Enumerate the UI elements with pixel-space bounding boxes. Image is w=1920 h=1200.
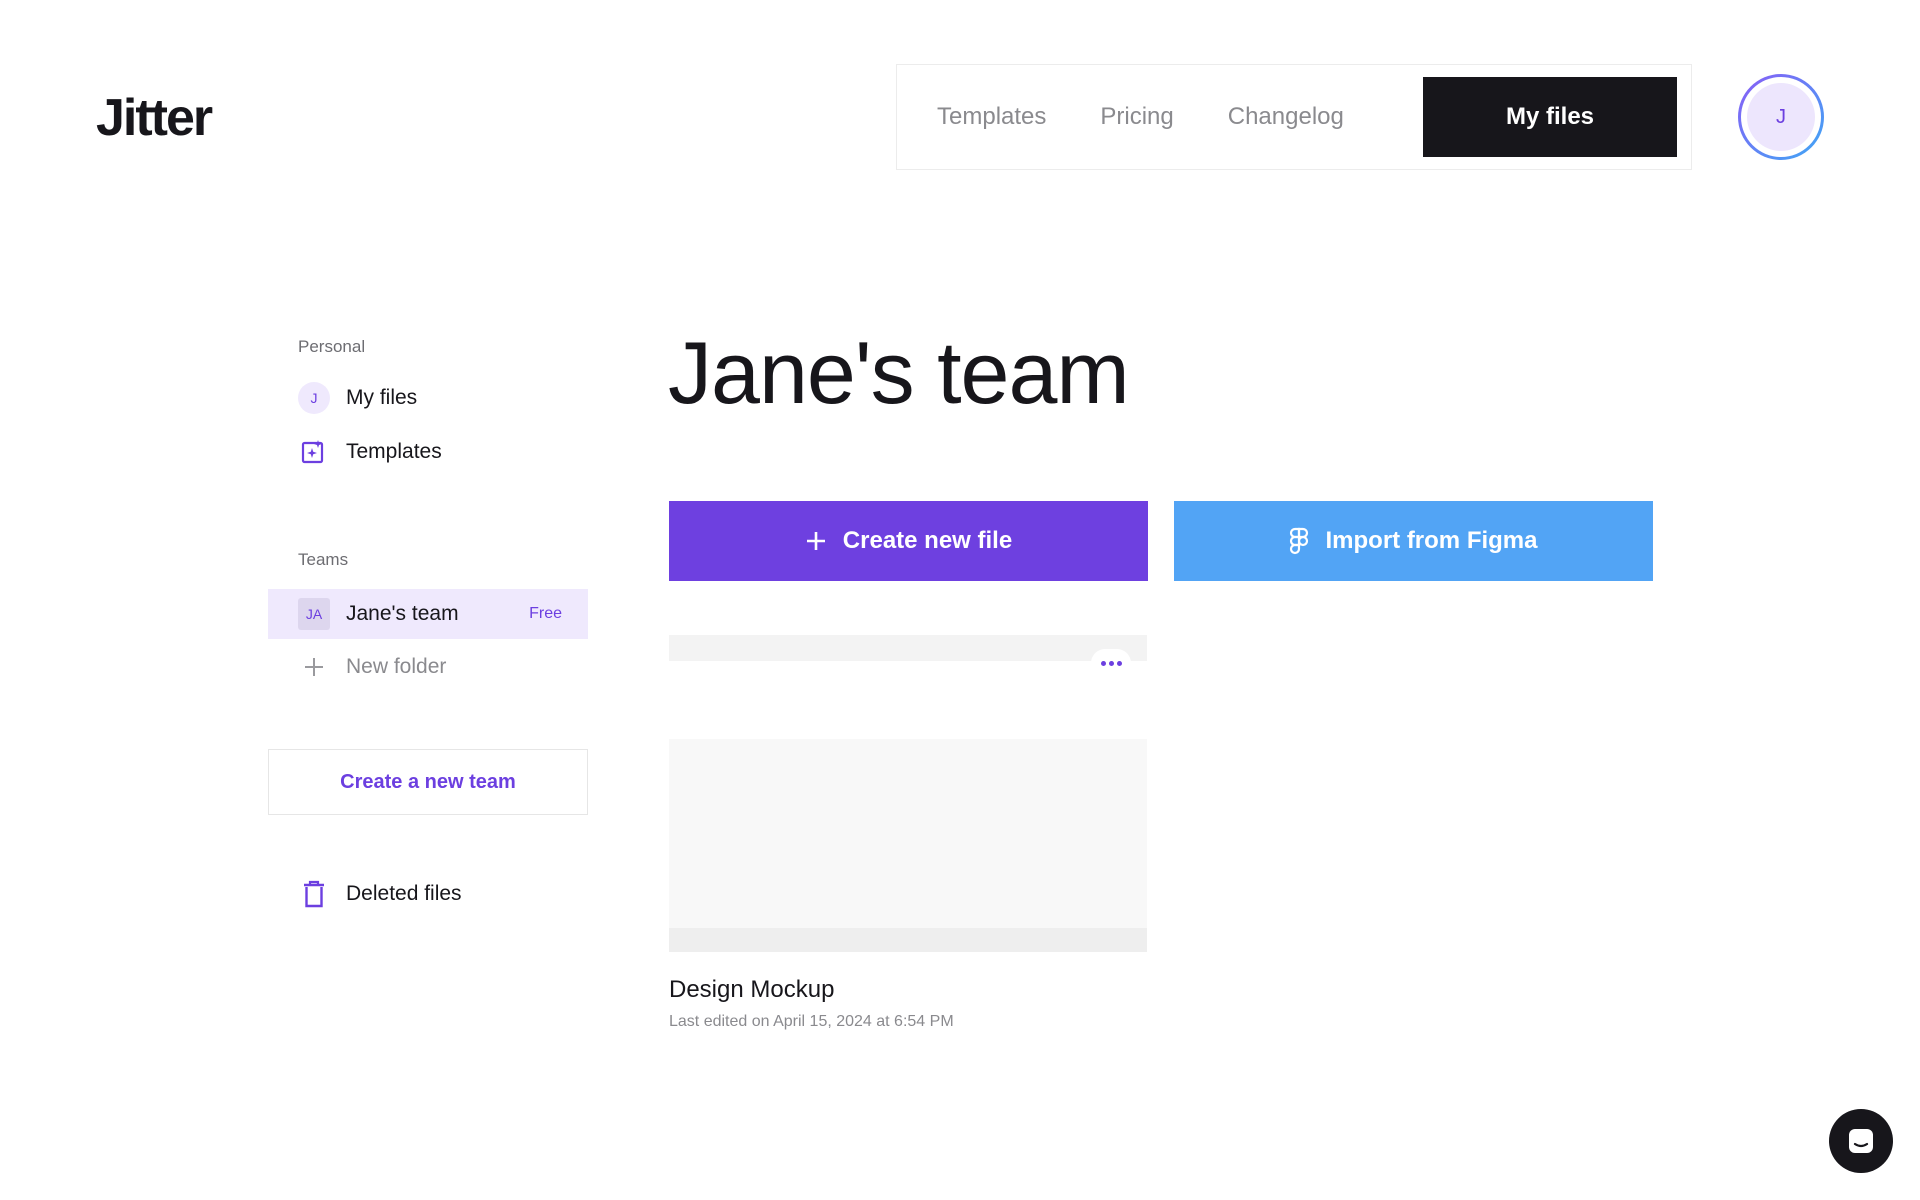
sidebar-item-label: Deleted files	[346, 882, 462, 905]
import-button-label: Import from Figma	[1325, 527, 1538, 554]
top-navigation: Templates Pricing Changelog My files	[896, 64, 1692, 170]
sidebar-item-janes-team[interactable]: JA Jane's team Free	[268, 589, 588, 639]
plus-icon	[805, 530, 827, 552]
file-last-edited: Last edited on April 15, 2024 at 6:54 PM	[669, 1013, 954, 1030]
sidebar-item-label: My files	[346, 386, 418, 409]
plan-badge: Free	[529, 605, 562, 622]
plus-icon	[298, 651, 330, 683]
templates-icon	[298, 436, 330, 468]
jitter-logo[interactable]: Jitter	[96, 88, 213, 148]
file-card-header	[669, 635, 1147, 661]
file-thumbnail	[669, 739, 1147, 952]
app-root: Jitter Templates Pricing Changelog My fi…	[0, 0, 1920, 1200]
import-from-figma-button[interactable]: Import from Figma	[1174, 501, 1653, 581]
nav-my-files-button[interactable]: My files	[1423, 77, 1677, 157]
sidebar-item-label: Templates	[346, 440, 442, 463]
sidebar-item-label: Jane's team	[346, 602, 459, 625]
sidebar-item-new-folder[interactable]: New folder	[268, 642, 588, 692]
sidebar-item-templates[interactable]: Templates	[268, 427, 588, 477]
chat-launcher-button[interactable]	[1829, 1109, 1893, 1173]
team-avatar: JA	[298, 598, 330, 630]
file-card[interactable]	[669, 635, 1147, 952]
more-options-icon[interactable]	[1091, 649, 1131, 677]
figma-icon	[1289, 527, 1309, 555]
nav-templates[interactable]: Templates	[937, 103, 1046, 131]
create-team-button[interactable]: Create a new team	[268, 749, 588, 815]
nav-changelog[interactable]: Changelog	[1228, 103, 1344, 131]
sidebar-item-label: New folder	[346, 655, 447, 678]
trash-icon	[298, 878, 330, 910]
chat-icon	[1849, 1129, 1873, 1153]
my-files-initial: J	[298, 382, 330, 414]
avatar-initial: J	[1747, 83, 1815, 151]
file-card-footer	[669, 928, 1147, 952]
sidebar-item-my-files[interactable]: J My files	[268, 373, 588, 423]
file-name[interactable]: Design Mockup	[669, 976, 834, 1004]
teams-section-label: Teams	[298, 550, 349, 569]
nav-pricing[interactable]: Pricing	[1100, 103, 1173, 131]
avatar-ring: J	[1741, 77, 1821, 157]
create-new-file-button[interactable]: Create new file	[669, 501, 1148, 581]
create-button-label: Create new file	[842, 527, 1013, 554]
team-initials: JA	[298, 598, 330, 630]
my-files-avatar: J	[298, 382, 330, 414]
user-avatar[interactable]: J	[1738, 74, 1824, 160]
page-title: Jane's team	[668, 323, 1130, 422]
sidebar-item-deleted-files[interactable]: Deleted files	[268, 869, 588, 919]
personal-section-label: Personal	[298, 337, 366, 356]
